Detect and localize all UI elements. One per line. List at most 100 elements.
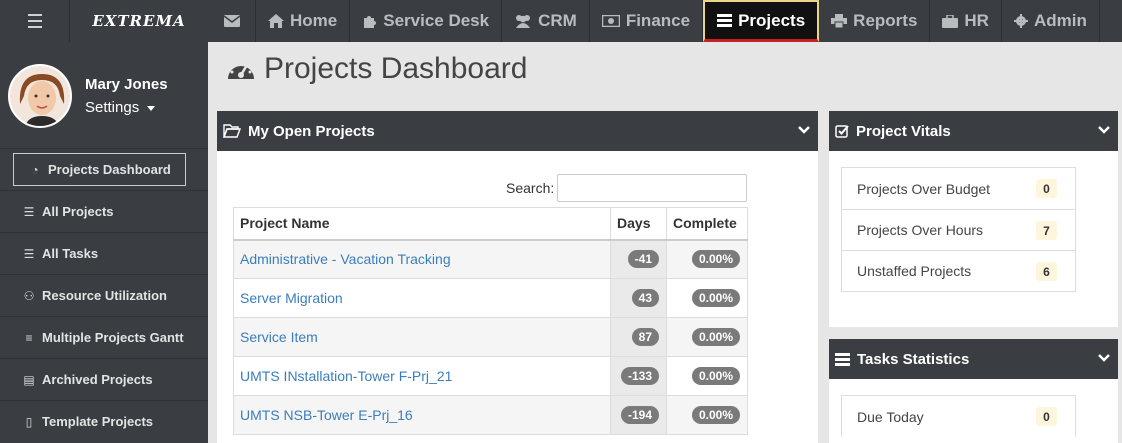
list-item[interactable]: Unstaffed Projects 6 — [842, 250, 1075, 291]
days-badge: -194 — [620, 406, 659, 424]
envelope-icon — [223, 15, 240, 27]
caret-down-icon — [147, 105, 156, 111]
vital-label: Unstaffed Projects — [857, 263, 972, 279]
complete-cell: 0.00% — [666, 395, 748, 435]
chevron-down-icon[interactable] — [1096, 350, 1112, 366]
nav-finance[interactable]: Finance — [590, 0, 704, 42]
project-link[interactable]: Service Item — [240, 329, 318, 345]
complete-badge: 0.00% — [691, 406, 740, 424]
table-row: UMTS INstallation-Tower F-Prj_21 -133 0.… — [232, 356, 748, 396]
mail-button[interactable] — [208, 0, 256, 42]
complete-badge: 0.00% — [691, 328, 740, 346]
project-link[interactable]: Administrative - Vacation Tracking — [240, 251, 451, 267]
sidebar-item-archived-projects[interactable]: ▤ Archived Projects — [0, 358, 208, 400]
days-cell: -41 — [610, 239, 667, 279]
sidebar-item-label: All Projects — [42, 204, 114, 219]
search-label: Search: — [506, 180, 555, 196]
nav-projects-label: Projects — [738, 10, 806, 30]
complete-cell: 0.00% — [666, 278, 748, 318]
project-name-cell: Administrative - Vacation Tracking — [232, 239, 612, 279]
count-badge: 7 — [1036, 221, 1057, 240]
column-header-days[interactable]: Days — [610, 207, 667, 241]
sidebar-item-resource-utilization[interactable]: ⚇ Resource Utilization — [0, 274, 208, 316]
nav-service-desk-label: Service Desk — [383, 11, 490, 30]
nav-hr[interactable]: HR — [930, 0, 1002, 42]
avatar[interactable] — [8, 64, 72, 128]
dashboard-icon: ◔ — [31, 162, 39, 177]
page-title-text: Projects Dashboard — [264, 52, 528, 85]
list-icon: ☰ — [23, 246, 35, 261]
folder-open-icon — [223, 124, 241, 138]
nav-service-desk[interactable]: Service Desk — [350, 0, 503, 42]
table-row: Service Item 87 0.00% — [232, 317, 748, 357]
sidebar-active-box: ◔ Projects Dashboard — [13, 153, 186, 186]
days-cell: 43 — [610, 278, 667, 318]
project-link[interactable]: UMTS INstallation-Tower F-Prj_21 — [240, 368, 452, 384]
sidebar-item-projects-dashboard[interactable]: ◔ Projects Dashboard — [0, 148, 208, 190]
complete-cell: 0.00% — [666, 317, 748, 357]
table-row: Server Migration 43 0.00% — [232, 278, 748, 318]
panel-title: Project Vitals — [856, 122, 951, 140]
nav-crm-label: CRM — [538, 11, 577, 30]
gear-icon — [1013, 14, 1028, 28]
project-link[interactable]: Server Migration — [240, 290, 343, 306]
complete-cell: 0.00% — [666, 239, 748, 279]
table-row: Administrative - Vacation Tracking -41 0… — [232, 239, 748, 279]
project-name-cell: UMTS INstallation-Tower F-Prj_21 — [232, 356, 612, 396]
panel-title: Tasks Statistics — [857, 350, 970, 368]
sidebar-item-label: Multiple Projects Gantt — [42, 330, 184, 345]
page-title: Projects Dashboard — [226, 52, 527, 86]
sidebar: Mary Jones Settings ◔ Projects Dashboard… — [0, 42, 208, 443]
tasks-list: Due Today 0 — [841, 395, 1076, 437]
sidebar-item-label: Template Projects — [42, 414, 154, 429]
search-input[interactable] — [557, 174, 748, 202]
menu-toggle-button[interactable] — [0, 0, 70, 42]
nav-admin-label: Admin — [1033, 11, 1087, 30]
column-header-project-name[interactable]: Project Name — [232, 207, 612, 241]
table-header-row: Project Name Days Complete — [232, 207, 748, 241]
list-item[interactable]: Projects Over Budget 0 — [842, 168, 1075, 209]
list-item[interactable]: Projects Over Hours 7 — [842, 209, 1075, 250]
tasks-statistics-header: Tasks Statistics — [829, 339, 1118, 379]
column-header-complete[interactable]: Complete — [666, 207, 748, 241]
nav-finance-label: Finance — [625, 11, 691, 30]
settings-dropdown[interactable]: Settings — [85, 99, 156, 116]
nav-crm[interactable]: CRM — [502, 0, 590, 42]
sidebar-item-template-projects[interactable]: ▯ Template Projects — [0, 400, 208, 442]
complete-badge: 0.00% — [691, 250, 740, 269]
open-projects-panel: My Open Projects Search: Project Name Da… — [217, 111, 818, 443]
sidebar-item-label: Resource Utilization — [42, 288, 167, 303]
project-link[interactable]: UMTS NSB-Tower E-Prj_16 — [240, 407, 413, 423]
nav-reports-label: Reports — [853, 11, 918, 30]
days-cell: -194 — [610, 395, 667, 435]
projects-table: Project Name Days Complete Administrativ… — [232, 207, 748, 435]
chevron-down-icon[interactable] — [796, 122, 812, 138]
print-icon — [831, 14, 848, 28]
search-row: Search: — [506, 174, 748, 202]
app-logo[interactable]: EXTREMA — [70, 0, 208, 42]
nav-home[interactable]: Home — [256, 0, 351, 42]
chevron-down-icon[interactable] — [1096, 122, 1112, 138]
sidebar-item-multiple-projects-gantt[interactable]: ≡ Multiple Projects Gantt — [0, 316, 208, 358]
table-row: UMTS NSB-Tower E-Prj_16 -194 0.00% — [232, 395, 748, 435]
list-icon — [835, 352, 850, 366]
sidebar-item-all-projects[interactable]: ☰ All Projects — [0, 190, 208, 232]
list-item[interactable]: Due Today 0 — [842, 396, 1075, 437]
nav-hr-label: HR — [964, 11, 989, 30]
vitals-list: Projects Over Budget 0 Projects Over Hou… — [841, 167, 1076, 292]
nav-projects[interactable]: Projects — [703, 0, 820, 42]
sidebar-item-label: Archived Projects — [42, 372, 153, 387]
project-vitals-header: Project Vitals — [829, 111, 1118, 151]
sidebar-item-all-tasks[interactable]: ☰ All Tasks — [0, 232, 208, 274]
nav-reports[interactable]: Reports — [819, 0, 931, 42]
hamburger-icon — [27, 12, 42, 30]
money-icon — [601, 15, 620, 27]
tasks-statistics-panel: Tasks Statistics Due Today 0 — [829, 339, 1118, 443]
sidebar-item-label: All Tasks — [42, 246, 99, 261]
nav-admin[interactable]: Admin — [1002, 0, 1100, 42]
user-photo — [10, 66, 70, 126]
days-badge: -41 — [627, 250, 659, 269]
count-badge: 6 — [1036, 262, 1057, 281]
count-badge: 0 — [1036, 179, 1057, 198]
complete-badge: 0.00% — [691, 289, 740, 307]
